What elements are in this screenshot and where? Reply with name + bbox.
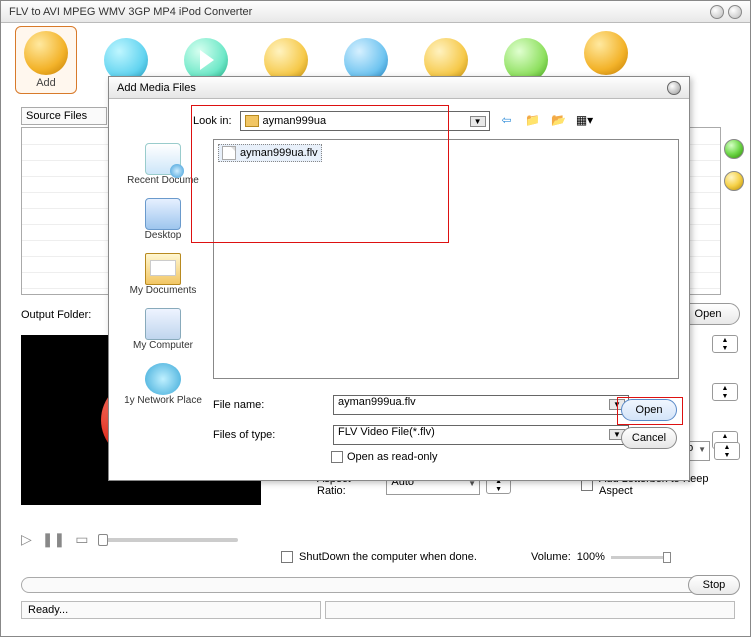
place-mynet[interactable]: 1y Network Place (116, 359, 210, 410)
file-item[interactable]: ayman999ua.flv (218, 144, 322, 162)
spinner-2[interactable]: ▲▼ (712, 383, 738, 401)
pause-control-icon[interactable]: ❚❚ (42, 531, 65, 548)
window-title: FLV to AVI MPEG WMV 3GP MP4 iPod Convert… (9, 6, 710, 18)
exit-icon (584, 31, 628, 75)
minimize-button[interactable] (710, 5, 724, 19)
dialog-body: Look in: ayman999ua ⇦ 📁 📂 ▦▾ Recent Docu… (109, 99, 689, 479)
spinner-1[interactable]: ▲▼ (712, 335, 738, 353)
volume-value: 100% (577, 551, 605, 563)
add-label: Add (36, 77, 56, 89)
recent-icon (145, 143, 181, 175)
dialog-titlebar: Add Media Files (109, 77, 689, 99)
desktop-icon (145, 198, 181, 230)
shutdown-label: ShutDown the computer when done. (299, 551, 477, 563)
file-name-input[interactable]: ayman999ua.flv (333, 395, 629, 415)
dialog-title: Add Media Files (117, 82, 667, 94)
look-in-label: Look in: (193, 115, 232, 127)
folder-icon (245, 115, 259, 127)
file-name-label: File name: (213, 399, 323, 411)
file-type-select[interactable]: FLV Video File(*.flv) (333, 425, 629, 445)
status-bar-left: Ready... (21, 601, 321, 619)
file-list-area[interactable]: ayman999ua.flv (213, 139, 679, 379)
stop-control-icon[interactable]: ▭ (75, 531, 88, 548)
back-icon[interactable]: ⇦ (498, 113, 516, 129)
file-name-row: File name: ayman999ua.flv (213, 395, 629, 415)
mycomp-icon (145, 308, 181, 340)
list-side-buttons (724, 139, 744, 191)
add-item-button[interactable] (724, 139, 744, 159)
file-type-row: Files of type: FLV Video File(*.flv) (213, 425, 629, 445)
progress-bar (21, 577, 701, 593)
add-media-dialog: Add Media Files Look in: ayman999ua ⇦ 📁 … (108, 76, 690, 481)
stop-button[interactable]: Stop (688, 575, 740, 595)
play-control-icon[interactable]: ▷ (21, 531, 32, 548)
read-only-row: Open as read-only (331, 451, 438, 463)
place-recent[interactable]: Recent Docume (116, 139, 210, 190)
view-menu-icon[interactable]: ▦▾ (576, 113, 594, 129)
titlebar: FLV to AVI MPEG WMV 3GP MP4 iPod Convert… (1, 1, 750, 23)
playback-controls: ▷ ❚❚ ▭ (21, 531, 238, 548)
seek-thumb[interactable] (98, 534, 108, 546)
close-button[interactable] (728, 5, 742, 19)
place-mydocs[interactable]: My Documents (116, 249, 210, 300)
places-bar: Recent Docume Desktop My Documents My Co… (115, 139, 211, 473)
shutdown-row: ShutDown the computer when done. (281, 551, 477, 563)
file-type-label: Files of type: (213, 429, 323, 441)
window-controls (710, 5, 742, 19)
volume-label: Volume: (531, 551, 571, 563)
file-icon (222, 146, 236, 160)
seek-slider[interactable] (98, 538, 238, 542)
look-in-select[interactable]: ayman999ua (240, 111, 490, 131)
mydocs-icon (145, 253, 181, 285)
dialog-cancel-button[interactable]: Cancel (621, 427, 677, 449)
shutdown-checkbox[interactable] (281, 551, 293, 563)
mynet-icon (145, 363, 181, 395)
add-button[interactable]: Add (15, 26, 77, 94)
look-in-row: Look in: ayman999ua ⇦ 📁 📂 ▦▾ (193, 111, 594, 131)
dialog-open-button[interactable]: Open (621, 399, 677, 421)
main-window: FLV to AVI MPEG WMV 3GP MP4 iPod Convert… (0, 0, 751, 637)
look-in-value: ayman999ua (263, 115, 327, 127)
dialog-close-button[interactable] (667, 81, 681, 95)
status-bar-right (325, 601, 735, 619)
volume-row: Volume: 100% (531, 551, 671, 563)
source-files-label: Source Files (21, 107, 107, 125)
read-only-label: Open as read-only (347, 451, 438, 463)
place-mycomp[interactable]: My Computer (116, 304, 210, 355)
output-folder-label: Output Folder: (21, 309, 91, 321)
up-folder-icon[interactable]: 📁 (524, 113, 542, 129)
read-only-checkbox[interactable] (331, 451, 343, 463)
add-icon (24, 31, 68, 75)
spinner-4[interactable]: ▲▼ (714, 442, 740, 460)
place-desktop[interactable]: Desktop (116, 194, 210, 245)
dialog-nav-icons: ⇦ 📁 📂 ▦▾ (498, 113, 594, 129)
file-item-name: ayman999ua.flv (240, 147, 318, 159)
volume-thumb[interactable] (663, 552, 671, 563)
remove-item-button[interactable] (724, 171, 744, 191)
new-folder-icon[interactable]: 📂 (550, 113, 568, 129)
volume-slider[interactable] (611, 556, 671, 559)
